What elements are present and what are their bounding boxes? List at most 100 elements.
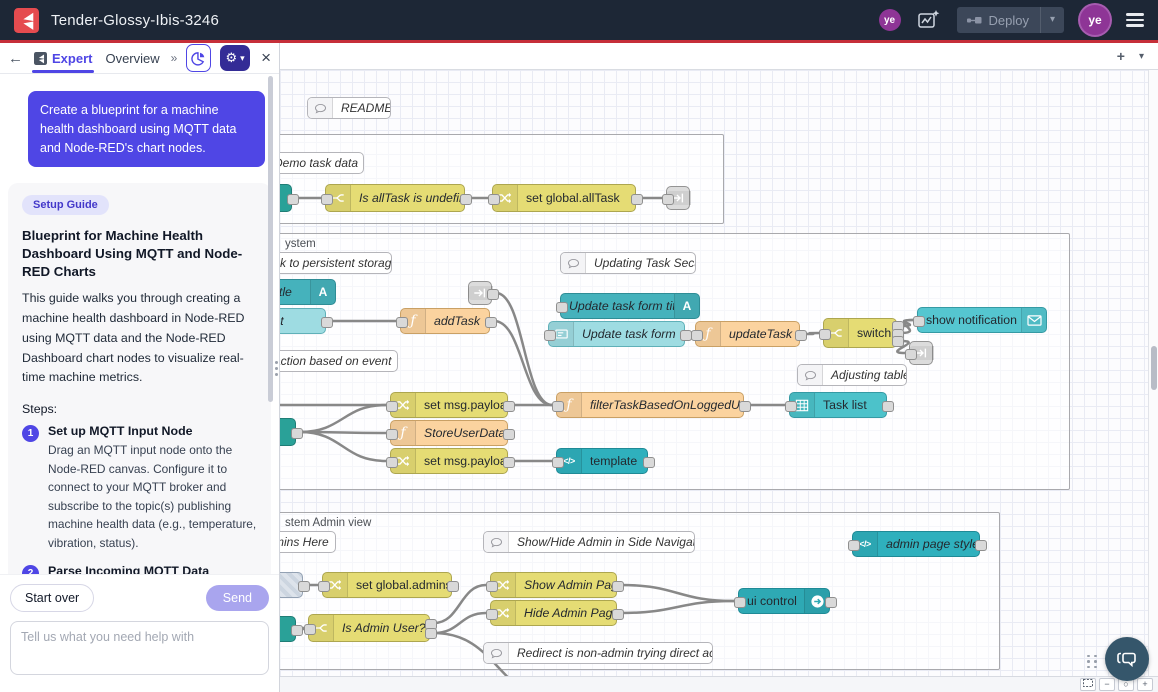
output-port[interactable] xyxy=(739,401,751,412)
output-port[interactable] xyxy=(485,317,497,328)
flow-node-is-admin-user[interactable]: Is Admin User? xyxy=(308,614,430,642)
flow-node-update-task-form-title[interactable]: Update task form titleA xyxy=(560,293,700,319)
tab-expert[interactable]: Expert xyxy=(32,43,94,73)
output-port[interactable] xyxy=(825,597,837,608)
flow-node-task-list[interactable]: Task list xyxy=(789,392,887,418)
output-port[interactable] xyxy=(425,628,437,639)
input-port[interactable] xyxy=(552,401,564,412)
flow-workspace[interactable]: ystemstem Admin view README Demo task da… xyxy=(280,70,1148,676)
flow-node-node[interactable] xyxy=(909,341,933,365)
output-port[interactable] xyxy=(882,401,894,412)
flow-node-node[interactable] xyxy=(280,616,296,642)
input-port[interactable] xyxy=(662,194,674,205)
back-button[interactable]: ← xyxy=(8,50,23,67)
flow-node-show-notification[interactable]: show notification xyxy=(917,307,1047,333)
output-port[interactable] xyxy=(287,194,299,205)
input-port[interactable] xyxy=(318,581,330,592)
close-panel-button[interactable]: × xyxy=(261,48,271,68)
zoom-in-button[interactable]: + xyxy=(1137,678,1153,691)
output-port[interactable] xyxy=(460,194,472,205)
output-port[interactable] xyxy=(291,428,303,439)
input-port[interactable] xyxy=(848,540,860,551)
avatar-user[interactable]: ye xyxy=(1080,5,1110,35)
flow-node-ui-control[interactable]: ui control xyxy=(738,588,830,614)
settings-dropdown-button[interactable]: ⚙ ▾ xyxy=(220,45,250,71)
flow-node-admin-page-style[interactable]: </>admin page style xyxy=(852,531,980,557)
input-port[interactable] xyxy=(691,330,703,341)
output-port[interactable] xyxy=(643,457,655,468)
tab-overview[interactable]: Overview xyxy=(103,43,161,73)
add-flow-button[interactable]: + xyxy=(1117,48,1125,64)
flow-node-is-alltask-is-undefined[interactable]: Is allTask is undefined xyxy=(325,184,465,212)
flow-node-set-global-admins[interactable]: set global.admins xyxy=(322,572,452,598)
input-port[interactable] xyxy=(488,194,500,205)
input-port[interactable] xyxy=(913,316,925,327)
output-port[interactable] xyxy=(631,194,643,205)
flow-node-node[interactable] xyxy=(280,184,292,212)
deploy-button[interactable]: Deploy ▾ xyxy=(957,7,1065,33)
flow-node-filtertaskbasedonloggeduser[interactable]: ƒfilterTaskBasedOnLoggedUser xyxy=(556,392,744,418)
input-port[interactable] xyxy=(321,194,333,205)
hamburger-menu-icon[interactable] xyxy=(1126,13,1144,27)
input-port[interactable] xyxy=(304,624,316,635)
navigator-button[interactable] xyxy=(1080,678,1096,691)
flow-node-updatetask[interactable]: ƒupdateTask xyxy=(695,321,800,347)
fab-drag-handle[interactable] xyxy=(1087,655,1098,669)
comment-node-action-based-on-event[interactable]: action based on event xyxy=(280,350,398,372)
flow-node-ticket[interactable]: ticket xyxy=(280,308,326,334)
flow-node-hide-admin-page[interactable]: Hide Admin Page xyxy=(490,600,617,626)
output-port[interactable] xyxy=(892,336,904,347)
output-port[interactable] xyxy=(503,429,515,440)
flow-node-update-task-form[interactable]: Update task form xyxy=(548,321,685,347)
usage-chart-button[interactable] xyxy=(186,44,211,72)
flow-node-addtask[interactable]: ƒaddTask xyxy=(400,308,490,334)
flow-list-caret-icon[interactable]: ▾ xyxy=(1139,51,1144,62)
input-port[interactable] xyxy=(819,329,831,340)
output-port[interactable] xyxy=(612,609,624,620)
output-port[interactable] xyxy=(612,581,624,592)
input-port[interactable] xyxy=(734,597,746,608)
output-port[interactable] xyxy=(487,289,499,300)
zoom-out-button[interactable]: − xyxy=(1099,678,1115,691)
output-port[interactable] xyxy=(975,540,987,551)
avatar-small[interactable]: ye xyxy=(879,9,901,31)
input-port[interactable] xyxy=(905,349,917,360)
flow-node-set-msg-payload[interactable]: set msg.payload xyxy=(390,392,508,418)
deploy-caret-icon[interactable]: ▾ xyxy=(1040,7,1064,33)
flow-node-switch[interactable]: switch xyxy=(823,318,897,348)
ai-assistant-icon[interactable] xyxy=(917,8,941,32)
chat-fab-button[interactable] xyxy=(1105,637,1149,681)
input-port[interactable] xyxy=(386,429,398,440)
comment-node-sk-to-persistent-storage[interactable]: sk to persistent storage xyxy=(280,252,392,274)
output-port[interactable] xyxy=(795,330,807,341)
input-port[interactable] xyxy=(785,401,797,412)
output-port[interactable] xyxy=(503,401,515,412)
comment-node-mins-here[interactable]: mins Here xyxy=(280,531,336,553)
output-port[interactable] xyxy=(503,457,515,468)
input-port[interactable] xyxy=(386,457,398,468)
flow-node-set-msg-payload[interactable]: set msg.payload xyxy=(390,448,508,474)
panel-scrollbar[interactable] xyxy=(268,76,273,402)
output-port[interactable] xyxy=(298,581,310,592)
flow-node-node[interactable] xyxy=(280,418,296,446)
start-over-button[interactable]: Start over xyxy=(10,584,94,612)
flow-node-rm-title[interactable]: rm titleA xyxy=(280,279,336,305)
help-input[interactable] xyxy=(10,621,269,675)
input-port[interactable] xyxy=(486,609,498,620)
input-port[interactable] xyxy=(552,457,564,468)
input-port[interactable] xyxy=(544,330,556,341)
comment-node-demo-task-data[interactable]: Demo task data xyxy=(280,152,364,174)
comment-node-adjusting-table[interactable]: Adjusting table xyxy=(797,364,907,386)
flow-node-node[interactable] xyxy=(468,281,492,305)
flow-node-node[interactable] xyxy=(280,572,303,598)
flow-node-show-admin-page[interactable]: Show Admin Page xyxy=(490,572,617,598)
comment-node-updating-task-securely[interactable]: Updating Task Securely xyxy=(560,252,696,274)
flow-node-set-global-alltask[interactable]: set global.allTask xyxy=(492,184,636,212)
output-port[interactable] xyxy=(291,625,303,636)
flow-node-node[interactable] xyxy=(666,186,690,210)
panel-resize-grip[interactable] xyxy=(275,361,278,376)
comment-node-show-hide-admin-in-side-navigation[interactable]: Show/Hide Admin in Side Navigation xyxy=(483,531,695,553)
workspace-vscrollbar[interactable] xyxy=(1148,70,1158,676)
vscrollbar-thumb[interactable] xyxy=(1151,346,1157,390)
input-port[interactable] xyxy=(486,581,498,592)
